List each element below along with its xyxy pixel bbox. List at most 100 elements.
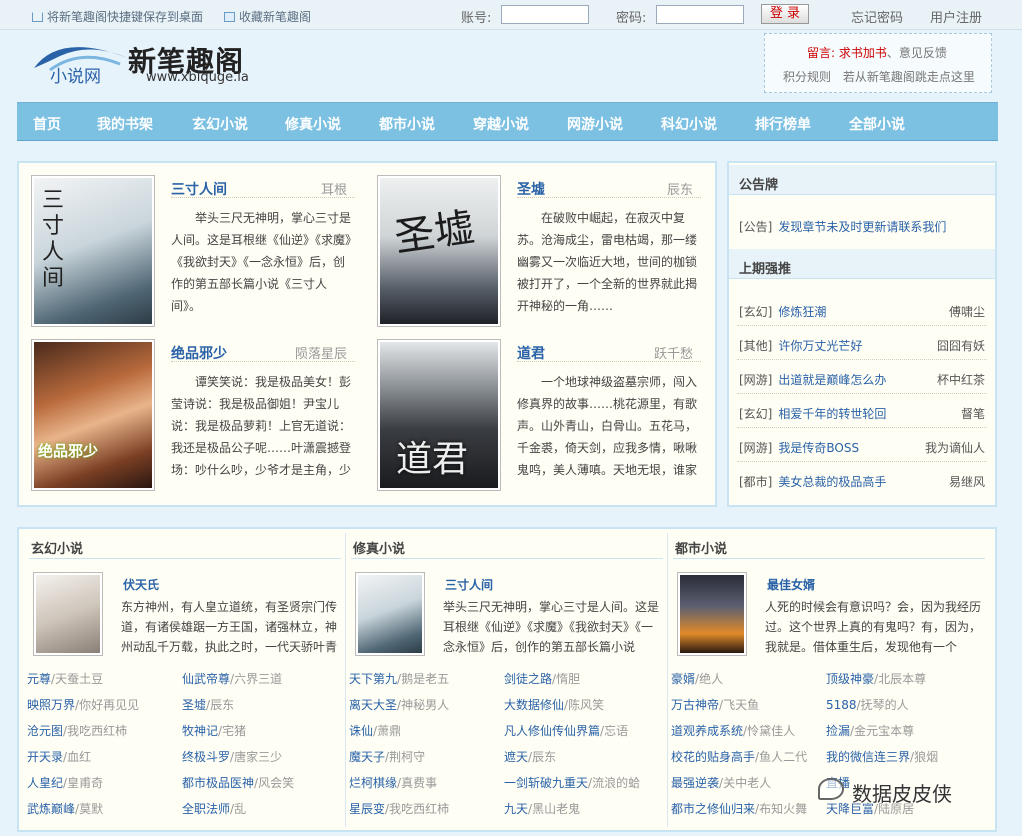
- book-link[interactable]: 星辰变: [349, 802, 385, 816]
- login-button[interactable]: 登 录: [761, 4, 809, 24]
- author-link[interactable]: 狼烟: [914, 750, 938, 764]
- book-link[interactable]: 沧元图: [27, 724, 63, 738]
- book-cover[interactable]: [33, 572, 103, 656]
- author-link[interactable]: 关中老人: [723, 776, 771, 790]
- request-book-link[interactable]: 求书加书: [839, 46, 887, 60]
- author-link[interactable]: 辰东: [210, 698, 234, 712]
- book-link[interactable]: 我的微信连三界: [826, 750, 910, 764]
- nav-all[interactable]: 全部小说: [849, 114, 905, 134]
- author-link[interactable]: 天蚕土豆: [55, 672, 103, 686]
- author-link[interactable]: 荆柯守: [389, 750, 425, 764]
- author-link[interactable]: 乱: [234, 802, 246, 816]
- nav-chuanyue[interactable]: 穿越小说: [473, 114, 529, 134]
- author-link[interactable]: 血红: [67, 750, 91, 764]
- book-cover[interactable]: [677, 572, 747, 656]
- book-link[interactable]: 九天: [504, 802, 528, 816]
- nav-bookshelf[interactable]: 我的书架: [97, 114, 153, 134]
- author-link[interactable]: 六界三道: [234, 672, 282, 686]
- book-link[interactable]: 魔天子: [349, 750, 385, 764]
- category-title[interactable]: 都市小说: [675, 538, 727, 557]
- author-link[interactable]: 皇甫奇: [67, 776, 103, 790]
- book-cover[interactable]: 绝品邪少: [31, 339, 155, 491]
- author-link[interactable]: 流浪的蛤: [592, 776, 640, 790]
- nav-xuanhuan[interactable]: 玄幻小说: [192, 114, 248, 134]
- book-title[interactable]: 三寸人间: [171, 179, 227, 199]
- author-link[interactable]: 萧鼎: [377, 724, 401, 738]
- book-link[interactable]: 元尊: [27, 672, 51, 686]
- book-title[interactable]: 伏天氏: [123, 576, 159, 593]
- author-link[interactable]: 北辰本尊: [878, 672, 926, 686]
- book-cover[interactable]: [355, 572, 425, 656]
- book-link[interactable]: 都市极品医神: [182, 776, 254, 790]
- book-link[interactable]: 道观养成系统: [671, 724, 743, 738]
- nav-dushi[interactable]: 都市小说: [379, 114, 435, 134]
- book-link[interactable]: 顶级神豪: [826, 672, 874, 686]
- author-link[interactable]: 鹅是老五: [401, 672, 449, 686]
- author-link[interactable]: 惰胆: [556, 672, 580, 686]
- book-link[interactable]: 烂柯棋缘: [349, 776, 397, 790]
- book-cover[interactable]: 三寸人间: [31, 175, 155, 327]
- author-link[interactable]: 我吃西红柿: [67, 724, 127, 738]
- book-link[interactable]: 仙武帝尊: [182, 672, 230, 686]
- author-link[interactable]: 绝人: [699, 672, 723, 686]
- author-link[interactable]: 布知火舞: [759, 802, 807, 816]
- redirect-report-link[interactable]: 若从新笔趣阁跳走点这里: [843, 70, 975, 84]
- book-title[interactable]: 绝品邪少: [171, 343, 227, 363]
- category-title[interactable]: 修真小说: [353, 538, 405, 557]
- book-link[interactable]: 捡漏: [826, 724, 850, 738]
- book-link[interactable]: 圣墟: [182, 698, 206, 712]
- book-link[interactable]: 开天录: [27, 750, 63, 764]
- book-link[interactable]: 一剑斩破九重天: [504, 776, 588, 790]
- book-link[interactable]: 诛仙: [349, 724, 373, 738]
- book-title[interactable]: 圣墟: [517, 179, 545, 199]
- book-title[interactable]: 道君: [517, 343, 545, 363]
- author-link[interactable]: 莫默: [79, 802, 103, 816]
- author-link[interactable]: 黑山老鬼: [532, 802, 580, 816]
- book-cover[interactable]: 道君: [377, 339, 501, 491]
- nav-ranking[interactable]: 排行榜单: [755, 114, 811, 134]
- author-link[interactable]: 忘语: [604, 724, 628, 738]
- points-rules-link[interactable]: 积分规则: [783, 70, 831, 84]
- book-title[interactable]: 最佳女婿: [767, 576, 815, 593]
- book-link[interactable]: 映照万界: [27, 698, 75, 712]
- book-link[interactable]: 万古神帝: [671, 698, 719, 712]
- book-link[interactable]: 校花的贴身高手: [671, 750, 755, 764]
- book-link[interactable]: 遮天: [504, 750, 528, 764]
- forgot-password-link[interactable]: 忘记密码: [851, 7, 903, 26]
- book-link[interactable]: 全职法师: [182, 802, 230, 816]
- book-cover[interactable]: 圣墟: [377, 175, 501, 327]
- author-link[interactable]: 宅猪: [222, 724, 246, 738]
- author-link[interactable]: 你好再见见: [79, 698, 139, 712]
- save-shortcut-link[interactable]: 将新笔趣阁快捷键保存到桌面: [32, 8, 203, 25]
- author-link[interactable]: 陈风笑: [568, 698, 604, 712]
- author-link[interactable]: 抚琴的人: [861, 698, 909, 712]
- author-link[interactable]: 辰东: [532, 750, 556, 764]
- nav-kehuan[interactable]: 科幻小说: [661, 114, 717, 134]
- bookmark-link[interactable]: 收藏新笔趣阁: [224, 8, 311, 25]
- account-input[interactable]: [501, 5, 589, 24]
- book-link[interactable]: 终极斗罗: [182, 750, 230, 764]
- nav-home[interactable]: 首页: [33, 114, 61, 134]
- feedback-link[interactable]: 意见反馈: [899, 46, 947, 60]
- category-title[interactable]: 玄幻小说: [31, 538, 83, 557]
- site-logo[interactable]: 小说网 新笔趣阁 www.xbiquge.la: [26, 36, 266, 90]
- nav-xiuzhen[interactable]: 修真小说: [285, 114, 341, 134]
- book-title[interactable]: 三寸人间: [445, 576, 493, 593]
- book-link[interactable]: 牧神记: [182, 724, 218, 738]
- book-link[interactable]: 人皇纪: [27, 776, 63, 790]
- book-link[interactable]: 天下第九: [349, 672, 397, 686]
- author-link[interactable]: 真费事: [401, 776, 437, 790]
- author-link[interactable]: 金元宝本尊: [854, 724, 914, 738]
- author-link[interactable]: 怜黛佳人: [747, 724, 795, 738]
- notice-link[interactable]: 发现章节未及时更新请联系我们: [778, 220, 946, 234]
- book-link[interactable]: 5188: [826, 698, 857, 712]
- author-link[interactable]: 鱼人二代: [759, 750, 807, 764]
- book-link[interactable]: 剑徒之路: [504, 672, 552, 686]
- book-link[interactable]: 武炼巅峰: [27, 802, 75, 816]
- author-link[interactable]: 飞天鱼: [723, 698, 759, 712]
- book-link[interactable]: 凡人修仙传仙界篇: [504, 724, 600, 738]
- book-link[interactable]: 大数据修仙: [504, 698, 564, 712]
- nav-wangyou[interactable]: 网游小说: [567, 114, 623, 134]
- book-link[interactable]: 都市之修仙归来: [671, 802, 755, 816]
- book-link[interactable]: 离天大圣: [349, 698, 397, 712]
